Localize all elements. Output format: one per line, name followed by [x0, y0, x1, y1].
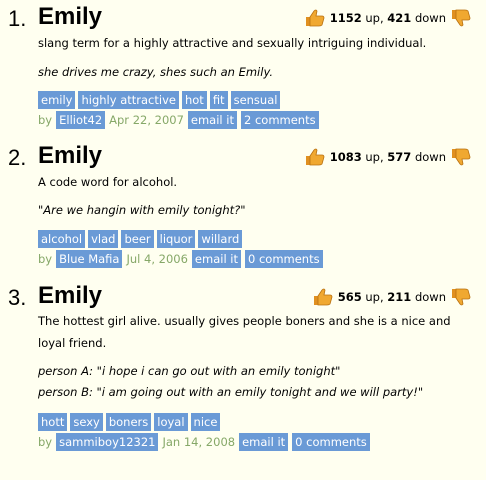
tag-list: hott sexy boners loyal nice [38, 413, 221, 431]
vote-counter: 565 up, 211 down [312, 287, 472, 307]
comments-link[interactable]: 0 comments [292, 433, 370, 451]
byline: by sammiboy12321 Jan 14, 2008 email it 0… [38, 433, 370, 451]
definition-text: A code word for alcohol. [38, 175, 178, 189]
entry-date: Jan 14, 2008 [162, 435, 236, 449]
entry-word[interactable]: Emily [38, 282, 102, 310]
author-link[interactable]: Blue Mafia [56, 250, 123, 268]
tag[interactable]: beer [121, 230, 154, 248]
tag[interactable]: emily [38, 91, 76, 109]
downvote-count: 577 [387, 150, 412, 164]
upvote-count: 565 [337, 290, 362, 304]
comments-link[interactable]: 0 comments [245, 250, 323, 268]
tag[interactable]: loyal [154, 413, 188, 431]
downvote-count: 421 [387, 11, 412, 25]
byline: by Elliot42 Apr 22, 2007 email it 2 comm… [38, 111, 319, 129]
thumbs-up-icon[interactable] [304, 147, 326, 167]
upvote-count: 1152 [329, 11, 362, 25]
definition-entry-1: 1. Emily 1152 up, 421 down slang term fo… [0, 2, 486, 129]
by-label: by [38, 113, 53, 127]
down-label: down [414, 290, 446, 304]
example-line: person A: "i hope i can go out with an e… [38, 364, 341, 378]
tag[interactable]: willard [198, 230, 243, 248]
up-label: up, [365, 150, 384, 164]
up-label: up, [365, 11, 384, 25]
tag[interactable]: liquor [156, 230, 196, 248]
entry-number: 1. [8, 6, 27, 31]
example-line: person B: "i am going out with an emily … [38, 385, 424, 399]
tag-list: emily highly attractive hot fit sensual [38, 91, 281, 109]
byline: by Blue Mafia Jul 4, 2006 email it 0 com… [38, 250, 323, 268]
definition-entry-2: 2. Emily 1083 up, 577 down A code word f… [0, 141, 486, 268]
email-it-button[interactable]: email it [239, 433, 289, 451]
upvote-count: 1083 [329, 150, 362, 164]
downvote-count: 211 [387, 290, 412, 304]
thumbs-down-icon[interactable] [450, 147, 472, 167]
down-label: down [414, 11, 446, 25]
thumbs-up-icon[interactable] [312, 287, 334, 307]
tag[interactable]: sexy [70, 413, 103, 431]
by-label: by [38, 252, 53, 266]
entry-word[interactable]: Emily [38, 142, 102, 170]
definition-entry-3: 3. Emily 565 up, 211 down The hottest gi… [0, 281, 486, 451]
tag[interactable]: hot [181, 91, 207, 109]
tag[interactable]: highly attractive [78, 91, 179, 109]
example-line: she drives me crazy, shes such an Emily. [38, 65, 274, 79]
by-label: by [38, 435, 53, 449]
email-it-button[interactable]: email it [191, 250, 241, 268]
entry-word[interactable]: Emily [38, 3, 102, 31]
up-label: up, [365, 290, 384, 304]
tag[interactable]: boners [105, 413, 152, 431]
entry-header: 2. Emily 1083 up, 577 down [0, 141, 486, 171]
tag[interactable]: hott [38, 413, 68, 431]
tag[interactable]: sensual [230, 91, 281, 109]
tag-list: alcohol vlad beer liquor willard [38, 230, 243, 248]
thumbs-up-icon[interactable] [304, 8, 326, 28]
definition-text: The hottest girl alive. usually gives pe… [38, 314, 451, 350]
tag[interactable]: vlad [88, 230, 119, 248]
entry-header: 3. Emily 565 up, 211 down [0, 281, 486, 311]
entry-date: Apr 22, 2007 [109, 113, 184, 127]
example-line: "Are we hangin with emily tonight?" [38, 203, 246, 217]
thumbs-down-icon[interactable] [450, 8, 472, 28]
tag[interactable]: alcohol [38, 230, 86, 248]
email-it-button[interactable]: email it [187, 111, 237, 129]
entry-number: 2. [8, 145, 27, 170]
author-link[interactable]: Elliot42 [56, 111, 106, 129]
author-link[interactable]: sammiboy12321 [56, 433, 159, 451]
vote-counter: 1152 up, 421 down [304, 8, 472, 28]
entry-number: 3. [8, 285, 27, 310]
definition-text: slang term for a highly attractive and s… [38, 36, 427, 50]
entry-date: Jul 4, 2006 [126, 252, 188, 266]
vote-counter: 1083 up, 577 down [304, 147, 472, 167]
tag[interactable]: fit [209, 91, 228, 109]
comments-link[interactable]: 2 comments [240, 111, 319, 129]
entry-header: 1. Emily 1152 up, 421 down [0, 2, 486, 32]
down-label: down [414, 150, 446, 164]
tag[interactable]: nice [190, 413, 221, 431]
thumbs-down-icon[interactable] [450, 287, 472, 307]
